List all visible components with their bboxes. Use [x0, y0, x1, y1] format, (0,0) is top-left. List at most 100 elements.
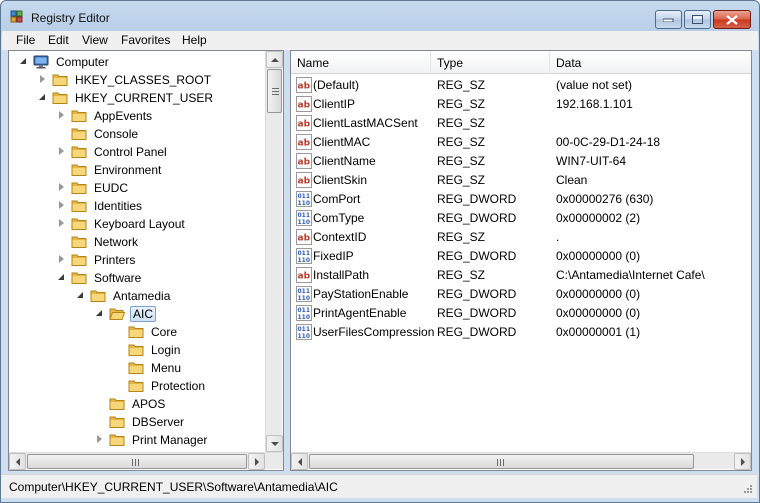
h-scroll-thumb[interactable]	[27, 454, 247, 469]
collapse-arrow-icon[interactable]	[95, 309, 105, 319]
minimize-button[interactable]	[655, 10, 682, 29]
value-data: 0x00000276 (630)	[556, 192, 654, 206]
arrow-up-icon	[271, 58, 279, 62]
value-row-fixedip[interactable]: 011 110 FixedIP REG_DWORD 0x00000000 (0)	[291, 247, 751, 266]
list-scroll-left-button[interactable]	[291, 453, 308, 470]
string-value-icon: ab	[296, 172, 312, 188]
tree-node-network[interactable]: Network	[57, 233, 140, 251]
value-row-paystationenable[interactable]: 011 110 PayStationEnable REG_DWORD 0x0000000…	[291, 285, 751, 304]
expand-arrow-icon[interactable]	[57, 111, 67, 121]
value-row-comport[interactable]: 011 110 ComPort REG_DWORD 0x00000276 (630)	[291, 190, 751, 209]
scroll-thumb[interactable]	[267, 69, 282, 113]
tree-horizontal-scrollbar[interactable]	[9, 452, 283, 470]
tree-node-login[interactable]: Login	[114, 341, 182, 359]
maximize-icon	[692, 15, 703, 24]
dword-value-icon: 011 110	[296, 324, 312, 340]
tree-node-antamedia[interactable]: Antamedia	[76, 287, 172, 305]
collapse-arrow-icon[interactable]	[76, 291, 86, 301]
svg-text:011: 011	[298, 250, 311, 257]
value-row-userfilescompression[interactable]: 011 110 UserFilesCompression REG_DWORD 0x000…	[291, 323, 751, 342]
column-header-name[interactable]: Name	[297, 56, 329, 70]
menu-favorites[interactable]: Favorites	[121, 33, 170, 47]
expand-arrow-icon[interactable]	[57, 183, 67, 193]
tree-node-console[interactable]: Console	[57, 125, 140, 143]
scroll-left-button[interactable]	[9, 453, 26, 470]
tree-node-protection[interactable]: Protection	[114, 377, 207, 395]
tree-node-apos[interactable]: APOS	[95, 395, 167, 413]
values-list-pane[interactable]: Name Type Data ab (Default) REG_SZ (value n…	[290, 50, 752, 471]
expand-arrow-icon[interactable]	[57, 219, 67, 229]
tree-node-hkey-classes-root[interactable]: HKEY_CLASSES_ROOT	[38, 71, 213, 89]
tree-node-identities[interactable]: Identities	[57, 197, 144, 215]
scroll-right-button[interactable]	[248, 453, 265, 470]
collapse-arrow-icon[interactable]	[38, 93, 48, 103]
menu-file[interactable]: File	[16, 33, 35, 47]
svg-text:011: 011	[298, 212, 311, 219]
tree-node-computer[interactable]: Computer	[19, 53, 111, 71]
value-row-comtype[interactable]: 011 110 ComType REG_DWORD 0x00000002 (2)	[291, 209, 751, 228]
tree-node-dbserver[interactable]: DBServer	[95, 413, 186, 431]
tree-node-software[interactable]: Software	[57, 269, 143, 287]
tree-node-hkey-current-user[interactable]: HKEY_CURRENT_USER	[38, 89, 215, 107]
menu-help[interactable]: Help	[182, 33, 207, 47]
string-value-icon: ab	[296, 153, 312, 169]
list-h-scroll-thumb[interactable]	[309, 454, 694, 469]
key-tree-pane[interactable]: Computer HKEY_CLASSES_ROOT HKEY_CURRENT_US…	[8, 50, 284, 471]
tree-node-aic[interactable]: AIC	[95, 305, 157, 323]
value-name: ComType	[313, 211, 365, 225]
expand-arrow-icon[interactable]	[57, 255, 67, 265]
svg-text:011: 011	[298, 307, 311, 314]
menu-view[interactable]: View	[82, 33, 108, 47]
tree-node-environment[interactable]: Environment	[57, 161, 163, 179]
tree-vertical-scrollbar[interactable]	[265, 51, 283, 452]
value-row-clientlastmacsent[interactable]: ab ClientLastMACSent REG_SZ	[291, 114, 751, 133]
resize-grip-icon[interactable]	[741, 484, 753, 496]
value-name: PrintAgentEnable	[313, 306, 407, 320]
column-header-type[interactable]: Type	[437, 56, 463, 70]
expand-arrow-icon[interactable]	[57, 201, 67, 211]
tree-node-label: APOS	[132, 397, 166, 411]
expand-arrow-icon[interactable]	[57, 147, 67, 157]
tree-node-menu[interactable]: Menu	[114, 359, 183, 377]
scroll-down-button[interactable]	[266, 435, 283, 452]
scroll-up-button[interactable]	[266, 51, 283, 68]
folder-icon	[90, 289, 106, 303]
value-type: REG_DWORD	[437, 192, 517, 206]
tree-node-core[interactable]: Core	[114, 323, 179, 341]
value-row-clientip[interactable]: ab ClientIP REG_SZ 192.168.1.101	[291, 95, 751, 114]
value-data: .	[556, 230, 560, 244]
tree-node-keyboard-layout[interactable]: Keyboard Layout	[57, 215, 187, 233]
close-button[interactable]	[713, 10, 751, 29]
list-horizontal-scrollbar[interactable]	[291, 452, 751, 470]
maximize-button[interactable]	[684, 10, 711, 29]
string-value-icon: ab	[296, 229, 312, 245]
value-row-installpath[interactable]: ab InstallPath REG_SZ C:\Antamedia\Internet…	[291, 266, 751, 285]
value-row-default[interactable]: ab (Default) REG_SZ (value not set)	[291, 76, 751, 95]
registry-editor-icon	[9, 9, 25, 25]
column-header-data[interactable]: Data	[556, 56, 581, 70]
collapse-arrow-icon[interactable]	[57, 273, 67, 283]
value-row-printagentenable[interactable]: 011 110 PrintAgentEnable REG_DWORD 0x0000000…	[291, 304, 751, 323]
value-row-clientskin[interactable]: ab ClientSkin REG_SZ Clean	[291, 171, 751, 190]
value-row-contextid[interactable]: ab ContextID REG_SZ.	[291, 228, 751, 247]
tree-node-control-panel[interactable]: Control Panel	[57, 143, 169, 161]
list-scroll-right-button[interactable]	[734, 453, 751, 470]
tree-node-print-manager[interactable]: Print Manager	[95, 431, 209, 449]
tree-node-appevents[interactable]: AppEvents	[57, 107, 154, 125]
string-value-icon: ab	[296, 115, 312, 131]
value-name: InstallPath	[313, 268, 370, 282]
tree-node-printers[interactable]: Printers	[57, 251, 137, 269]
string-value-icon: ab	[296, 96, 312, 112]
tree-node-label: Printers	[94, 253, 136, 267]
expand-arrow-icon[interactable]	[38, 75, 48, 85]
tree-node-eudc[interactable]: EUDC	[57, 179, 130, 197]
value-row-clientmac[interactable]: ab ClientMAC REG_SZ 00-0C-29-D1-24-18	[291, 133, 751, 152]
menu-edit[interactable]: Edit	[48, 33, 69, 47]
expand-arrow-icon[interactable]	[95, 435, 105, 445]
title-bar[interactable]: Registry Editor	[1, 1, 759, 31]
collapse-arrow-icon[interactable]	[19, 57, 29, 67]
value-row-clientname[interactable]: ab ClientName REG_SZ WIN7-UIT-64	[291, 152, 751, 171]
